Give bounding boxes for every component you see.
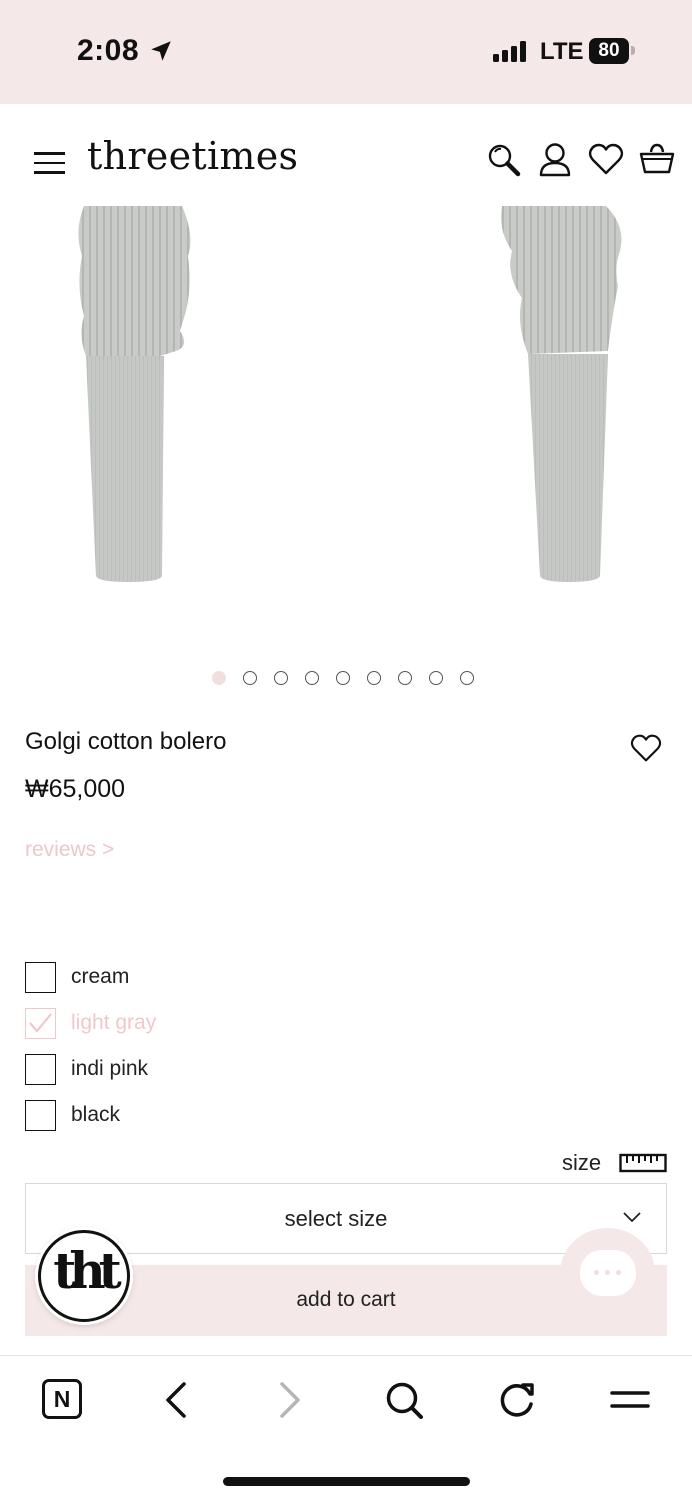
refresh-icon[interactable] [497, 1380, 537, 1420]
network-type: LTE [540, 38, 584, 65]
color-option[interactable]: indi pink [25, 1054, 325, 1086]
chat-button[interactable] [560, 1228, 655, 1318]
browser-search-icon[interactable] [384, 1380, 424, 1420]
gallery-pagination [212, 671, 474, 687]
pagination-dot[interactable] [460, 671, 474, 685]
reviews-link[interactable]: reviews > [25, 838, 114, 862]
account-icon[interactable] [538, 142, 572, 178]
color-option-label: light gray [71, 1011, 157, 1034]
hamburger-menu-icon[interactable] [34, 152, 66, 174]
color-option-checkbox[interactable] [25, 1054, 56, 1085]
back-icon[interactable] [160, 1380, 192, 1420]
site-header: threetimes [0, 104, 692, 208]
browser-menu-icon[interactable] [610, 1380, 650, 1420]
pagination-dot[interactable] [336, 671, 350, 685]
browser-toolbar: N [0, 1355, 692, 1500]
color-option-checkbox[interactable] [25, 1008, 56, 1039]
color-option[interactable]: cream [25, 962, 325, 994]
wishlist-heart-icon[interactable] [588, 142, 624, 176]
pagination-dot[interactable] [429, 671, 443, 685]
color-option-checkbox[interactable] [25, 1100, 56, 1131]
battery-tip [631, 46, 635, 55]
color-option-checkbox[interactable] [25, 962, 56, 993]
search-icon[interactable] [486, 142, 522, 178]
pagination-dot[interactable] [274, 671, 288, 685]
signal-icon [493, 41, 526, 62]
site-logo[interactable]: threetimes [87, 134, 298, 178]
cart-basket-icon[interactable] [639, 142, 675, 176]
naver-home-icon[interactable]: N [42, 1379, 82, 1419]
chat-icon [580, 1250, 636, 1296]
pagination-dot[interactable] [212, 671, 226, 685]
brand-badge-text: tht [53, 1241, 122, 1300]
location-arrow-icon [151, 41, 171, 61]
product-price: ₩65,000 [25, 775, 126, 803]
product-name: Golgi cotton bolero [25, 728, 227, 755]
color-option[interactable]: black [25, 1100, 325, 1132]
product-image [78, 206, 622, 582]
status-time: 2:08 [77, 34, 140, 67]
chevron-down-icon [623, 1212, 641, 1223]
color-option-label: black [71, 1103, 121, 1126]
pagination-dot[interactable] [305, 671, 319, 685]
home-indicator [223, 1477, 470, 1486]
pagination-dot[interactable] [243, 671, 257, 685]
pagination-dot[interactable] [367, 671, 381, 685]
status-bar: 2:08 LTE 80 [0, 0, 692, 104]
pagination-dot[interactable] [398, 671, 412, 685]
checkmark-icon [29, 1013, 52, 1033]
ruler-icon[interactable] [619, 1152, 667, 1174]
color-option[interactable]: light gray [25, 1008, 325, 1040]
product-wishlist-heart-icon[interactable] [630, 733, 662, 763]
brand-badge[interactable]: tht [38, 1230, 130, 1322]
battery-icon: 80 [589, 38, 629, 64]
color-option-label: cream [71, 965, 130, 988]
size-guide-label[interactable]: size [562, 1150, 601, 1176]
forward-icon[interactable] [274, 1380, 306, 1420]
color-option-label: indi pink [71, 1057, 149, 1080]
product-image-gallery[interactable] [0, 206, 692, 661]
size-select-placeholder: select size [284, 1206, 388, 1231]
